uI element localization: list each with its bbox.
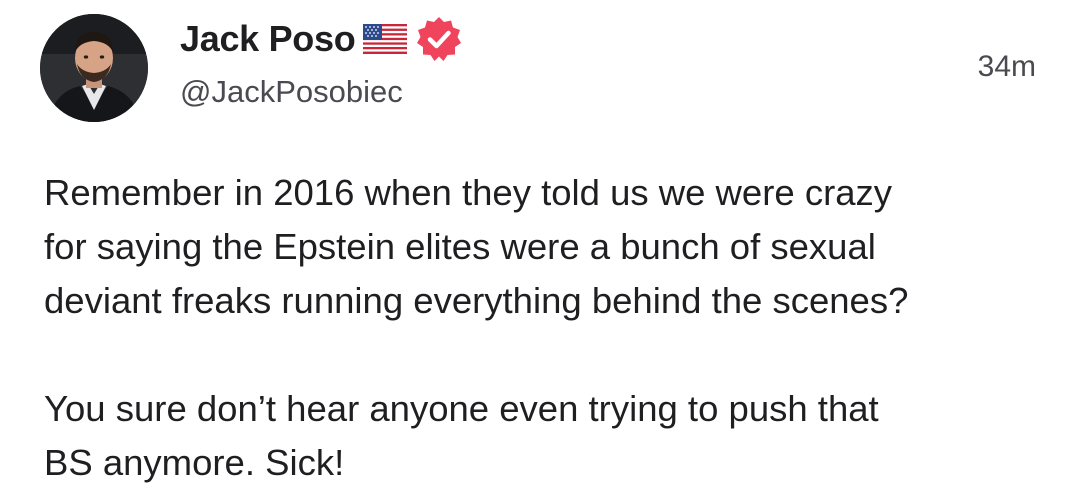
avatar-image — [40, 14, 148, 122]
post-paragraph: Remember in 2016 when they told us we we… — [44, 172, 909, 321]
author-display-name[interactable]: Jack Poso — [180, 18, 356, 60]
post-timestamp[interactable]: 34m — [978, 50, 1036, 84]
verified-badge-icon — [417, 17, 462, 61]
post-card: Jack Poso @JackPosobiec 34m Remember in … — [0, 0, 1080, 495]
avatar[interactable] — [40, 14, 148, 122]
us-flag-icon — [363, 24, 408, 54]
post-paragraph: You sure don’t hear anyone even trying t… — [44, 388, 879, 483]
post-body: Remember in 2016 when they told us we we… — [44, 166, 1054, 490]
author-handle[interactable]: @JackPosobiec — [180, 74, 403, 110]
author-name-row: Jack Poso — [180, 14, 463, 64]
